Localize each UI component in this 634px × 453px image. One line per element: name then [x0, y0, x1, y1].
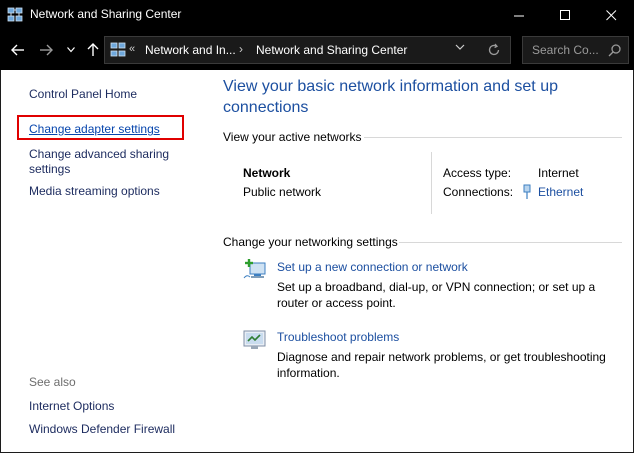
network-name: Network	[243, 166, 291, 180]
breadcrumb-separator-icon[interactable]: ›	[239, 42, 243, 56]
search-placeholder: Search Co...	[532, 43, 599, 57]
see-also-label: See also	[29, 375, 76, 389]
troubleshoot-description: Diagnose and repair network problems, or…	[277, 350, 606, 380]
search-icon[interactable]	[608, 43, 622, 57]
chevron-down-icon	[67, 47, 75, 53]
change-advanced-sharing-link-line2[interactable]: settings	[29, 162, 70, 177]
left-navigation-pane: Control Panel Home Change adapter settin…	[0, 70, 210, 451]
windows-defender-firewall-link[interactable]: Windows Defender Firewall	[29, 422, 175, 437]
section-divider	[399, 242, 622, 243]
new-connection-icon	[243, 259, 266, 279]
ethernet-icon	[523, 184, 531, 199]
control-panel-icon	[110, 42, 126, 57]
troubleshoot-icon	[243, 330, 266, 349]
section-divider	[364, 137, 622, 138]
access-type-value: Internet	[538, 166, 579, 180]
address-dropdown-icon[interactable]	[455, 44, 465, 52]
close-button[interactable]	[588, 0, 634, 30]
control-panel-home-link[interactable]: Control Panel Home	[29, 87, 137, 102]
active-networks-label: View your active networks	[223, 130, 362, 144]
access-type-label: Access type:	[443, 166, 512, 180]
setup-connection-link[interactable]: Set up a new connection or network	[277, 260, 468, 274]
breadcrumb-network-internet[interactable]: Network and In...	[145, 43, 236, 57]
back-arrow-icon	[11, 44, 24, 56]
forward-button[interactable]	[36, 40, 56, 60]
up-arrow-icon	[87, 43, 99, 56]
recent-locations-button[interactable]	[64, 40, 78, 60]
page-heading-line2: connections	[223, 99, 309, 116]
search-box[interactable]: Search Co...	[522, 36, 629, 64]
title-bar: Network and Sharing Center	[0, 0, 634, 30]
change-adapter-settings-link[interactable]: Change adapter settings	[29, 122, 160, 137]
breadcrumb-overflow[interactable]: «	[129, 43, 135, 55]
window-title: Network and Sharing Center	[30, 7, 182, 21]
minimize-button[interactable]	[496, 0, 542, 30]
troubleshoot-problems-link[interactable]: Troubleshoot problems	[277, 330, 399, 344]
refresh-icon[interactable]	[487, 43, 501, 57]
connections-label: Connections:	[443, 185, 514, 199]
ethernet-connection-link[interactable]: Ethernet	[538, 185, 583, 199]
address-bar[interactable]: « Network and In... › Network and Sharin…	[104, 36, 511, 64]
internet-options-link[interactable]: Internet Options	[29, 399, 114, 414]
setup-connection-description: Set up a broadband, dial-up, or VPN conn…	[277, 280, 596, 310]
network-center-icon	[7, 7, 23, 22]
close-icon	[605, 9, 616, 20]
main-content: View your basic network information and …	[210, 70, 634, 451]
page-heading-line1: View your basic network information and …	[223, 78, 558, 95]
forward-arrow-icon	[40, 44, 53, 56]
network-type: Public network	[243, 185, 322, 199]
minimize-icon	[513, 15, 524, 16]
breadcrumb-network-sharing-center[interactable]: Network and Sharing Center	[256, 43, 407, 57]
back-button[interactable]	[8, 40, 28, 60]
change-settings-label: Change your networking settings	[223, 235, 398, 249]
change-advanced-sharing-link[interactable]: Change advanced sharing	[29, 147, 169, 162]
maximize-icon	[559, 9, 570, 20]
vertical-divider	[431, 152, 432, 214]
maximize-button[interactable]	[542, 0, 588, 30]
page-heading: View your basic network information and …	[223, 76, 623, 118]
up-button[interactable]	[84, 40, 102, 60]
media-streaming-options-link[interactable]: Media streaming options	[29, 184, 160, 199]
